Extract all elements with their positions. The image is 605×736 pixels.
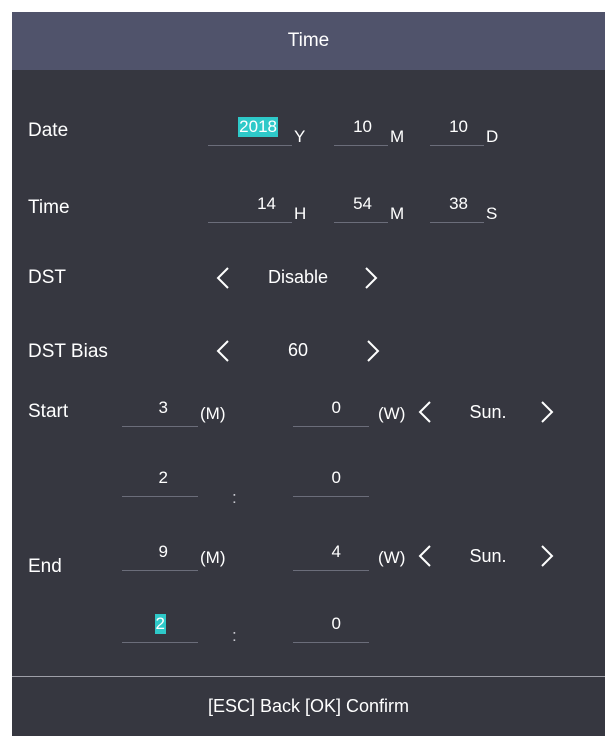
time-minute-value: 54 — [353, 194, 372, 213]
end-week-value: 4 — [331, 542, 341, 561]
start-month-value: 3 — [158, 398, 168, 417]
end-month-value: 9 — [158, 542, 168, 561]
dst-value: Disable — [267, 267, 329, 287]
time-label: Time — [28, 197, 70, 218]
end-month-unit: (M) — [200, 548, 226, 567]
page-title: Time — [287, 30, 330, 51]
date-month-value: 10 — [353, 117, 372, 136]
date-day-value: 10 — [449, 117, 468, 136]
chevron-right-icon — [541, 401, 554, 423]
chevron-left-icon — [216, 267, 229, 289]
settings-form: Date 2018 Y 10 M 10 D Time 14 H 54 M 38 … — [12, 70, 605, 676]
end-month-field[interactable]: 9 — [122, 540, 198, 571]
time-minute-unit: M — [390, 204, 405, 223]
time-hour-value: 14 — [257, 194, 276, 213]
header: Time — [12, 12, 605, 70]
chevron-right-icon — [367, 340, 380, 362]
date-month-unit: M — [390, 127, 405, 146]
dst-next-button[interactable] — [360, 264, 382, 292]
end-week-field[interactable]: 4 — [293, 540, 369, 571]
key-hint: [ESC] Back [OK] Confirm — [207, 696, 410, 716]
dst-bias-next-button[interactable] — [362, 337, 384, 365]
time-second-unit: S — [486, 204, 498, 223]
dst-prev-button[interactable] — [212, 264, 234, 292]
start-minute-field[interactable]: 0 — [293, 466, 369, 497]
time-settings-screen: Time Date 2018 Y 10 M 10 D Time 14 H 54 … — [12, 12, 605, 736]
chevron-right-icon — [365, 267, 378, 289]
end-minute-value: 0 — [331, 614, 341, 633]
end-weekday-prev-button[interactable] — [414, 542, 436, 570]
time-hour-field[interactable]: 14 — [208, 192, 292, 223]
start-hour-value: 2 — [158, 468, 168, 487]
start-week-value: 0 — [331, 398, 341, 417]
time-second-field[interactable]: 38 — [430, 192, 484, 223]
end-week-unit: (W) — [378, 548, 406, 567]
start-month-unit: (M) — [200, 404, 226, 423]
start-hour-field[interactable]: 2 — [122, 466, 198, 497]
end-time-separator: : — [232, 626, 237, 645]
time-hour-unit: H — [294, 204, 307, 223]
time-second-value: 38 — [449, 194, 468, 213]
date-year-field[interactable]: 2018 — [208, 115, 292, 146]
start-time-separator: : — [232, 488, 237, 507]
end-hour-field[interactable]: 2 — [122, 612, 198, 643]
start-minute-value: 0 — [331, 468, 341, 487]
end-label: End — [28, 556, 62, 577]
chevron-left-icon — [418, 401, 431, 423]
date-day-field[interactable]: 10 — [430, 115, 484, 146]
date-year-unit: Y — [294, 127, 306, 146]
start-week-field[interactable]: 0 — [293, 396, 369, 427]
chevron-right-icon — [541, 545, 554, 567]
end-hour-value: 2 — [154, 614, 166, 634]
dst-bias-label: DST Bias — [28, 341, 108, 362]
end-minute-field[interactable]: 0 — [293, 612, 369, 643]
chevron-left-icon — [418, 545, 431, 567]
start-weekday-next-button[interactable] — [536, 398, 558, 426]
date-month-field[interactable]: 10 — [334, 115, 388, 146]
dst-bias-value: 60 — [287, 340, 309, 360]
end-weekday-value: Sun. — [469, 546, 507, 566]
date-label: Date — [28, 120, 69, 141]
dst-label: DST — [28, 267, 66, 288]
start-month-field[interactable]: 3 — [122, 396, 198, 427]
time-minute-field[interactable]: 54 — [334, 192, 388, 223]
start-label: Start — [28, 401, 69, 422]
dst-bias-prev-button[interactable] — [212, 337, 234, 365]
chevron-left-icon — [216, 340, 229, 362]
start-week-unit: (W) — [378, 404, 406, 423]
date-year-value: 2018 — [238, 117, 278, 137]
footer: [ESC] Back [OK] Confirm — [12, 677, 605, 736]
start-weekday-prev-button[interactable] — [414, 398, 436, 426]
date-day-unit: D — [486, 127, 499, 146]
end-weekday-next-button[interactable] — [536, 542, 558, 570]
start-weekday-value: Sun. — [469, 402, 507, 422]
